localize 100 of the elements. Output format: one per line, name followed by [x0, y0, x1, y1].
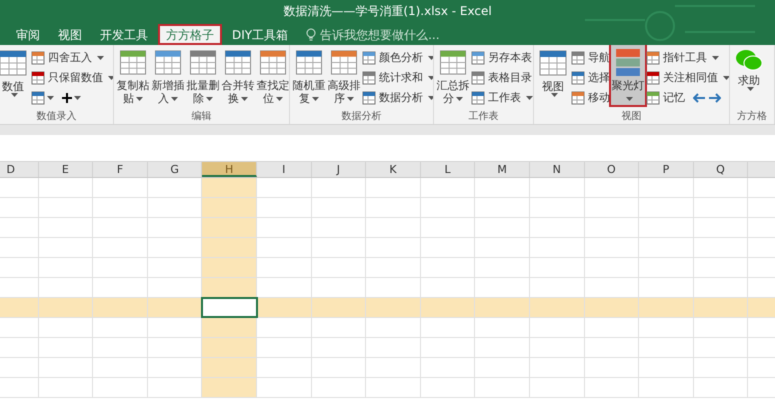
plus-icon [62, 93, 72, 103]
sheet-icon [471, 91, 485, 105]
sheet-icon [571, 91, 585, 105]
arrow-left-icon[interactable] [693, 93, 705, 103]
ribbon-button[interactable]: 数值 [0, 45, 30, 105]
column-header[interactable]: L [420, 162, 476, 177]
ribbon-item[interactable]: 移动 [571, 90, 610, 106]
caret-icon [626, 96, 632, 101]
ribbon-button[interactable]: 汇总拆分 [436, 45, 470, 105]
ribbon-button[interactable]: 新增插入 [151, 45, 185, 105]
caret-icon [171, 96, 178, 101]
caret-icon [276, 96, 283, 101]
table-icon [259, 49, 287, 76]
column-header[interactable]: H [202, 162, 257, 177]
cell[interactable] [202, 238, 257, 257]
caret-icon [712, 56, 719, 60]
group-label: 数据分析 [340, 110, 382, 124]
column-header[interactable]: M [475, 162, 530, 177]
format-button[interactable] [31, 91, 54, 105]
sheet-icon [646, 71, 660, 85]
ribbon-button[interactable]: 聚光灯 [611, 45, 645, 105]
ribbon-item[interactable]: 另存本表 [471, 50, 532, 66]
cell[interactable] [202, 358, 257, 377]
column-header[interactable]: P [639, 162, 694, 177]
ribbon-item[interactable]: 表格目录 [471, 70, 532, 86]
caret-icon [456, 96, 463, 101]
ribbon-item[interactable]: 只保留数值 [31, 70, 113, 86]
caret-icon [74, 96, 81, 100]
table-icon [154, 49, 182, 76]
ribbon-item[interactable]: 选择 [571, 70, 610, 86]
column-header[interactable]: E [38, 162, 94, 177]
search-field[interactable]: 告诉我您想要做什么... [320, 26, 470, 44]
ribbon-item[interactable]: 数据分析 [362, 90, 433, 106]
ribbon-item[interactable]: 关注相同值 [646, 70, 729, 86]
ribbon-item[interactable]: 统计求和 [362, 70, 433, 86]
group-label: 工作表 [468, 110, 500, 124]
caret-icon [550, 93, 558, 97]
ribbon-item[interactable]: 颜色分析 [362, 50, 433, 66]
sheet-icon [362, 91, 376, 105]
table-icon [119, 49, 147, 76]
caret-icon [241, 96, 248, 101]
ribbon-tab[interactable]: DIY工具箱 [224, 24, 296, 45]
column-header[interactable]: F [93, 162, 148, 177]
ribbon-tab[interactable]: 审阅 [8, 24, 48, 45]
ribbon-button[interactable]: 查找定位 [256, 45, 289, 105]
caret-icon [347, 96, 354, 101]
cell[interactable] [202, 378, 257, 397]
table-icon [189, 49, 217, 76]
cell[interactable] [202, 318, 257, 337]
cell[interactable] [202, 198, 257, 217]
stripes-icon [613, 49, 643, 76]
caret-icon [428, 76, 433, 80]
ribbon-item[interactable]: 导航 [571, 50, 610, 66]
ribbon-button[interactable]: 高级排序 [327, 45, 361, 105]
cell[interactable] [202, 278, 257, 297]
ribbon-button[interactable]: 批量删除 [186, 45, 220, 105]
caret-icon [136, 96, 143, 101]
caret-icon [97, 56, 104, 60]
column-header[interactable]: J [312, 162, 366, 177]
sheet-icon [646, 91, 660, 105]
column-header[interactable]: O [584, 162, 640, 177]
column-header[interactable]: N [530, 162, 585, 177]
sheet-icon [571, 51, 585, 65]
caret-icon [108, 76, 113, 80]
ribbon-tab[interactable]: 方方格子 [158, 24, 222, 45]
caret-icon [723, 76, 729, 80]
column-header[interactable]: I [256, 162, 312, 177]
ribbon-tab[interactable]: 开发工具 [92, 24, 156, 45]
ribbon-button[interactable]: 视图 [536, 45, 570, 105]
table-icon [330, 49, 358, 76]
ribbon-button[interactable]: 求助 [732, 45, 766, 105]
group-label: 方方格 [736, 110, 768, 124]
add-button[interactable] [62, 93, 81, 103]
ribbon-item[interactable]: 指针工具 [646, 50, 719, 66]
cell[interactable] [202, 178, 257, 197]
ribbon-tab[interactable]: 视图 [50, 24, 90, 45]
ribbon-item[interactable]: 四舍五入 [31, 50, 104, 66]
ribbon-button[interactable]: 复制粘贴 [116, 45, 150, 105]
column-header[interactable]: K [366, 162, 421, 177]
ribbon-item[interactable]: 工作表 [471, 90, 533, 106]
ribbon-item[interactable]: 记忆 [646, 90, 685, 106]
chat-bubble-icon [736, 49, 762, 71]
table-icon [224, 49, 252, 76]
ribbon-button[interactable]: 随机重复 [292, 45, 326, 105]
group-label: 视图 [620, 110, 642, 124]
cell[interactable] [202, 338, 257, 357]
arrow-right-icon[interactable] [709, 93, 721, 103]
cell[interactable] [202, 218, 257, 237]
sheet-icon [471, 71, 485, 85]
cell[interactable] [202, 258, 257, 277]
active-cell[interactable] [202, 298, 257, 317]
caret-icon [10, 93, 18, 97]
sheet-icon [31, 91, 45, 105]
ribbon-button[interactable]: 合并转换 [221, 45, 255, 105]
caret-icon [312, 96, 319, 101]
sheet-icon [31, 51, 45, 65]
caret-icon [206, 96, 213, 101]
sheet-icon [571, 71, 585, 85]
column-header[interactable]: D [0, 162, 39, 177]
caret-icon [428, 56, 433, 60]
